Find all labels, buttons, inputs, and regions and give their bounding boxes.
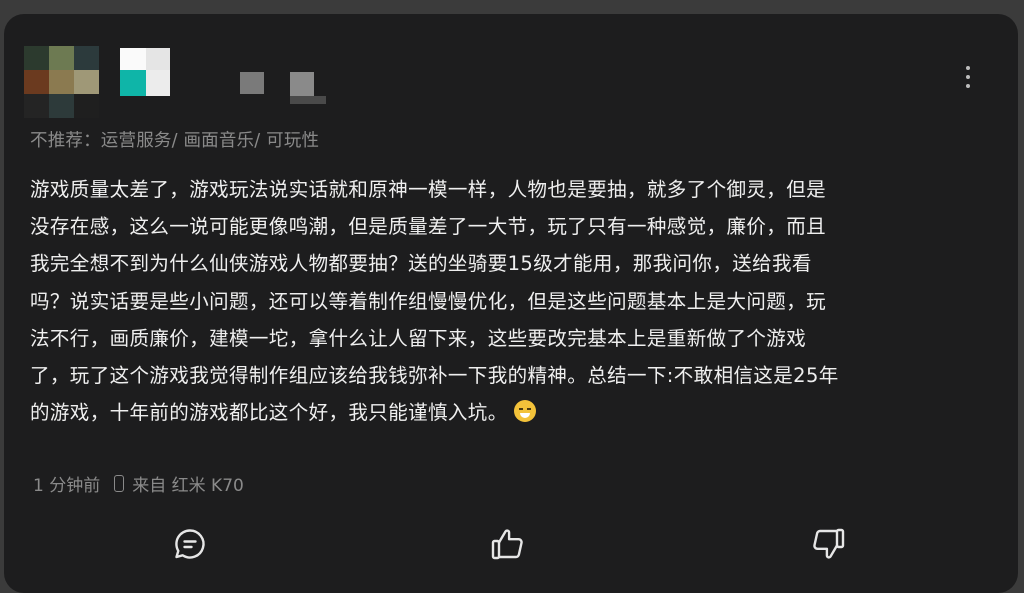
- thumbs-up-icon: [491, 529, 523, 560]
- review-meta: 1 分钟前 来自 红米 K70: [33, 471, 244, 496]
- review-tags: 不推荐：运营服务/ 画面音乐/ 可玩性: [30, 131, 320, 151]
- review-line: 了，玩了这个游戏我觉得制作组应该给我钱弥补一下我的精神。总结一下:不敢相信这是2…: [30, 364, 839, 388]
- review-body: 游戏质量太差了，游戏玩法说实话就和原神一模一样，人物也是要抽，就多了个御灵，但是…: [30, 171, 988, 431]
- comment-icon: [175, 529, 205, 559]
- like-button[interactable]: [488, 526, 528, 562]
- dislike-button[interactable]: [808, 526, 848, 562]
- post-time: 1 分钟前: [33, 476, 101, 496]
- review-line: 吗？说实话要是些小问题，还可以等着制作组慢慢优化，但是这些问题基本上是大问题，玩: [30, 289, 827, 313]
- review-line-last: 的游戏，十年前的游戏都比这个好，我只能谨慎入坑。: [30, 394, 988, 431]
- comment-button[interactable]: [170, 526, 210, 562]
- device-label: 来自 红米 K70: [132, 476, 244, 496]
- avatar[interactable]: [24, 46, 99, 132]
- username-pixelated[interactable]: [120, 48, 350, 110]
- review-line: 游戏质量太差了，游戏玩法说实话就和原神一模一样，人物也是要抽，就多了个御灵，但是: [30, 178, 827, 201]
- review-line: 没存在感，这么一说可能更像鸣潮，但是质量差了一大节，玩了只有一种感觉，廉价，而且: [30, 215, 827, 239]
- grinning-sweat-emoji: [513, 400, 536, 423]
- review-line-text: 的游戏，十年前的游戏都比这个好，我只能谨慎入坑。: [30, 401, 508, 425]
- review-card: 不推荐：运营服务/ 画面音乐/ 可玩性 游戏质量太差了，游戏玩法说实话就和原神一…: [4, 14, 1018, 593]
- thumbs-down-icon: [813, 528, 845, 559]
- review-line: 法不行，画质廉价，建模一坨，拿什么让人留下来，这些要改完基本上是重新做了个游戏: [30, 326, 807, 350]
- more-vertical-icon[interactable]: [958, 66, 978, 88]
- review-line: 我完全想不到为什么仙侠游戏人物都要抽？送的坐骑要15级才能用，那我问你，送给我看: [30, 252, 812, 276]
- phone-icon: [114, 475, 125, 492]
